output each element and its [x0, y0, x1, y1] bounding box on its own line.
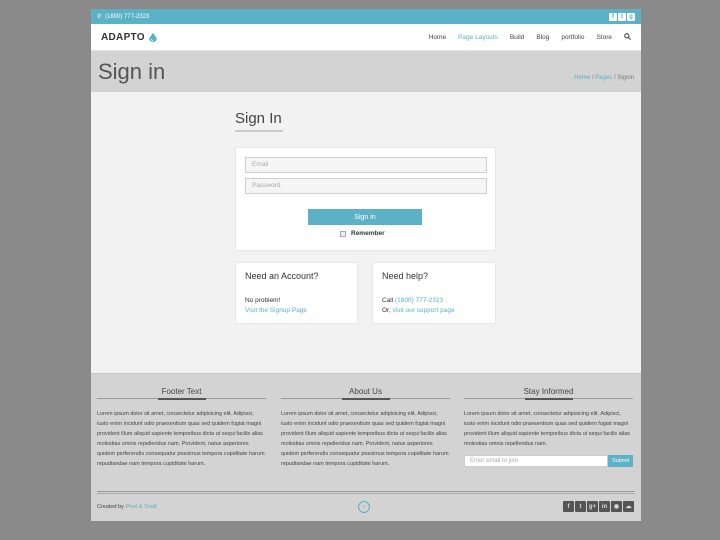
stay-informed-heading: Stay Informed [464, 387, 633, 400]
author-link[interactable]: Pixel & Snaft [125, 504, 157, 510]
signin-heading: Sign In [235, 110, 282, 127]
top-phone: ✆ (1800) 777-2323 [97, 13, 150, 21]
footer-text-heading: Footer Text [97, 387, 266, 400]
twitter-icon[interactable]: t [618, 12, 626, 21]
breadcrumb-separator: / [591, 74, 594, 81]
help-or-label: Or, [382, 307, 391, 314]
signup-link[interactable]: Visit the Signup Page [245, 307, 307, 314]
google-plus-icon[interactable]: g+ [587, 501, 598, 512]
email-field[interactable]: Email [245, 157, 487, 173]
help-call-label: Call [382, 297, 394, 304]
nav-item-build[interactable]: Build [504, 34, 530, 41]
footer-col-text: Footer Text Lorem ipsum dolor sit amet, … [97, 387, 266, 469]
support-link[interactable]: visit our support page [392, 307, 454, 314]
water-drop-icon [149, 32, 157, 42]
breadcrumb-home[interactable]: Home [574, 75, 590, 81]
logo[interactable]: ADAPTO [101, 32, 157, 43]
facebook-icon[interactable]: f [563, 501, 574, 512]
footer-credits: Created by Pixel & Snaft [97, 504, 157, 510]
footer-divider [97, 491, 635, 492]
password-field[interactable]: Password [245, 178, 487, 194]
facebook-icon[interactable]: f [609, 12, 617, 21]
page-title: Sign in [98, 58, 166, 84]
remember-checkbox[interactable] [340, 230, 346, 237]
top-phone-number: (1800) 777-2323 [105, 13, 150, 20]
top-social-icons: ftg [609, 12, 635, 21]
help-card: Need help? Call (1800) 777-2323 Or, visi… [372, 262, 496, 324]
nav-item-portfolio[interactable]: portfolio [555, 34, 590, 41]
linkedin-icon[interactable]: in [599, 501, 610, 512]
title-band: Sign in Home / Pages / Signin [91, 51, 641, 92]
account-text: No problem! [245, 297, 281, 304]
main-nav: Home Page Layouts Build Blog portfolio Store [423, 32, 632, 42]
nav-item-blog[interactable]: Blog [530, 34, 555, 41]
breadcrumb: Home / Pages / Signin [574, 75, 634, 81]
signin-button[interactable]: Sign in [308, 209, 422, 225]
footer-divider [97, 493, 635, 494]
nav-item-page-layouts[interactable]: Page Layouts [452, 34, 504, 41]
footer-col-subscribe: Stay Informed Lorem ipsum dolor sit amet… [464, 387, 633, 467]
account-heading: Need an Account? [245, 271, 319, 281]
search-icon[interactable] [618, 32, 632, 42]
main-content: Sign In Email Password Sign in Remember … [91, 92, 641, 373]
google-plus-icon[interactable]: g [627, 12, 635, 21]
remember-option[interactable]: Remember [340, 230, 385, 237]
phone-icon: ✆ [97, 14, 103, 20]
breadcrumb-pages[interactable]: Pages [595, 75, 612, 81]
subscribe-form: Enter email to join Submit [464, 455, 633, 467]
breadcrumb-current: Signin [617, 74, 634, 81]
about-body: Lorem ipsum dolor sit amet, consectetur … [281, 411, 449, 467]
help-phone-link[interactable]: (1800) 777-2323 [395, 297, 443, 304]
footer-text-body: Lorem ipsum dolor sit amet, consectetur … [97, 411, 265, 467]
help-heading: Need help? [382, 271, 429, 281]
logo-text: ADAPTO [101, 31, 145, 43]
remember-label: Remember [351, 230, 385, 237]
subscribe-submit-button[interactable]: Submit [608, 455, 633, 467]
credits-label: Created by [97, 504, 124, 510]
stay-informed-body: Lorem ipsum dolor sit amet, consectetur … [464, 411, 631, 447]
github-icon[interactable]: ◉ [611, 501, 622, 512]
twitter-icon[interactable]: t [575, 501, 586, 512]
nav-item-home[interactable]: Home [423, 34, 452, 41]
soundcloud-icon[interactable]: ☁ [623, 501, 634, 512]
scroll-top-icon[interactable]: ↑ [358, 501, 370, 513]
nav-item-store[interactable]: Store [590, 34, 618, 41]
page: ✆ (1800) 777-2323 ftg ADAPTO Home Page La… [91, 9, 641, 521]
signin-form: Email Password Sign in Remember [235, 147, 496, 251]
heading-underline [235, 130, 283, 132]
top-bar: ✆ (1800) 777-2323 ftg [91, 9, 641, 24]
footer: Footer Text Lorem ipsum dolor sit amet, … [91, 373, 641, 521]
site-header: ADAPTO Home Page Layouts Build Blog portfoli… [91, 24, 641, 51]
footer-social-icons: f t g+ in ◉ ☁ [563, 501, 634, 512]
subscribe-email-input[interactable]: Enter email to join [464, 455, 609, 467]
breadcrumb-separator: / [613, 74, 616, 81]
footer-col-about: About Us Lorem ipsum dolor sit amet, con… [281, 387, 450, 469]
account-card: Need an Account? No problem! Visit the S… [235, 262, 358, 324]
about-heading: About Us [281, 387, 450, 400]
